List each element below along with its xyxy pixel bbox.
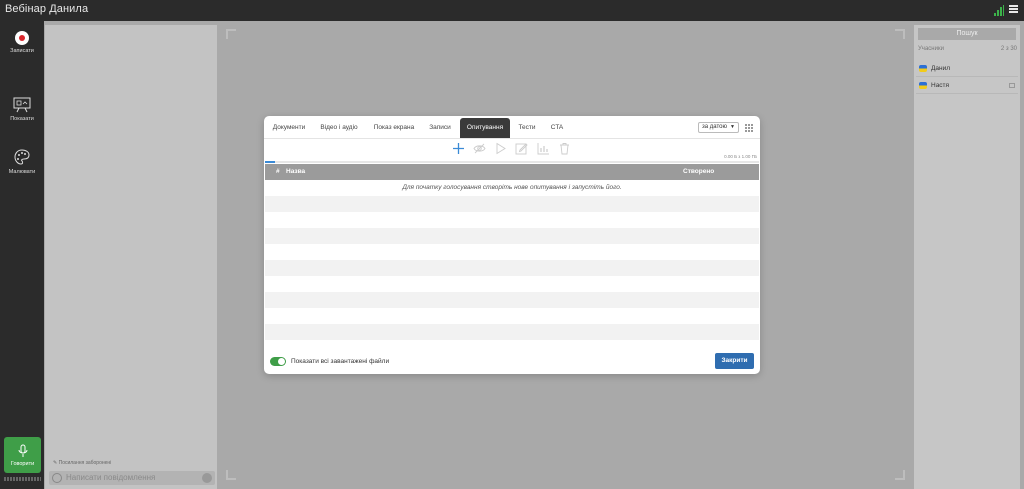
storage-progress-fill: [265, 161, 275, 163]
chart-icon[interactable]: [537, 142, 550, 155]
presentation-icon: [13, 97, 31, 113]
play-icon[interactable]: [494, 142, 507, 155]
webinar-title: Вебінар Данила: [5, 3, 89, 15]
trash-icon[interactable]: [558, 142, 571, 155]
participant-name: Настя: [931, 82, 950, 89]
left-toolbar: Записати Показати Малювати Говорити: [0, 21, 44, 489]
table-row: [265, 276, 759, 292]
draw-button[interactable]: Малювати: [0, 148, 44, 175]
tab-documents[interactable]: Документи: [268, 118, 310, 138]
search-button[interactable]: Пошук: [918, 28, 1016, 40]
empty-table-message: Для початку голосування створіть нове оп…: [402, 184, 622, 191]
chat-panel: ✎ Посилання заборонені Написати повідомл…: [45, 25, 217, 489]
stage-corner-tr: [895, 29, 905, 39]
table-row: [265, 196, 759, 212]
tabs-divider: [264, 138, 760, 139]
participants-panel: Пошук Учасники 2 з 30 Данил Настя: [914, 25, 1020, 489]
tab-recordings[interactable]: Записи: [424, 118, 456, 138]
modal-tabs: Документи Відео і аудіо Показ екрана Зап…: [264, 118, 760, 138]
record-label: Записати: [10, 48, 34, 54]
column-number: #: [276, 168, 280, 175]
table-row: [265, 244, 759, 260]
stage-corner-tl: [226, 29, 236, 39]
links-forbidden-note: ✎ Посилання заборонені: [53, 460, 112, 466]
tab-tests[interactable]: Тести: [514, 118, 540, 138]
signal-strength-icon: [994, 5, 1004, 16]
table-row: [265, 228, 759, 244]
close-button[interactable]: Закрити: [715, 353, 754, 369]
table-row: [265, 308, 759, 324]
polls-table-body: Для початку голосування створіть нове оп…: [265, 180, 759, 340]
hamburger-menu-icon[interactable]: [1009, 5, 1018, 14]
table-row: [265, 212, 759, 228]
sort-select[interactable]: за датою ▼: [698, 122, 739, 133]
column-name[interactable]: Назва: [286, 164, 305, 180]
record-icon: [15, 31, 29, 45]
show-label: Показати: [10, 116, 34, 122]
participants-count: 2 з 30: [1000, 46, 1017, 52]
participant-item[interactable]: Данил: [916, 61, 1018, 77]
speak-label: Говорити: [10, 461, 35, 467]
eye-off-icon[interactable]: [473, 142, 486, 155]
record-button[interactable]: Записати: [0, 31, 44, 54]
plus-icon[interactable]: [452, 142, 465, 155]
top-bar: Вебінар Данила: [0, 0, 1024, 21]
stage-corner-br: [895, 470, 905, 480]
chevron-down-icon: ▼: [730, 124, 735, 130]
storage-progress-bar: [265, 161, 759, 163]
chat-placeholder: Написати повідомлення: [66, 473, 156, 482]
grid-view-icon[interactable]: [745, 124, 753, 132]
edit-icon[interactable]: [515, 142, 528, 155]
camera-icon: [1009, 83, 1015, 88]
table-row: [265, 260, 759, 276]
column-created[interactable]: Створено: [683, 164, 714, 180]
materials-modal: Документи Відео і аудіо Показ екрана Зап…: [264, 116, 760, 374]
stage-corner-bl: [226, 470, 236, 480]
send-icon[interactable]: [202, 473, 212, 483]
tab-screen-share[interactable]: Показ екрана: [369, 118, 419, 138]
palette-icon: [14, 149, 30, 165]
microphone-icon: [18, 444, 27, 457]
table-row: [265, 324, 759, 340]
audio-level-meter: [4, 477, 41, 481]
polls-table-header: # Назва Створено: [265, 164, 759, 180]
tab-polls[interactable]: Опитування: [460, 118, 510, 138]
show-all-files-toggle[interactable]: [270, 357, 286, 366]
participant-item[interactable]: Настя: [916, 78, 1018, 94]
flag-icon: [919, 82, 927, 89]
table-row: [265, 292, 759, 308]
storage-quota: 0.00 Б з 1.00 ГБ: [724, 154, 757, 159]
tab-video-audio[interactable]: Відео і аудіо: [315, 118, 363, 138]
sort-value: за датою: [702, 124, 727, 130]
draw-label: Малювати: [8, 169, 36, 175]
emoji-icon[interactable]: [52, 473, 62, 483]
participant-name: Данил: [931, 65, 951, 72]
tab-cta[interactable]: CTA: [547, 118, 567, 138]
flag-icon: [919, 65, 927, 72]
show-button[interactable]: Показати: [0, 97, 44, 122]
show-all-files-label: Показати всі завантажені файли: [291, 358, 390, 365]
participants-title: Учасники: [918, 46, 944, 52]
participants-header: Учасники 2 з 30: [918, 46, 1017, 52]
speak-button[interactable]: Говорити: [4, 437, 41, 473]
chat-input[interactable]: Написати повідомлення: [49, 471, 215, 485]
